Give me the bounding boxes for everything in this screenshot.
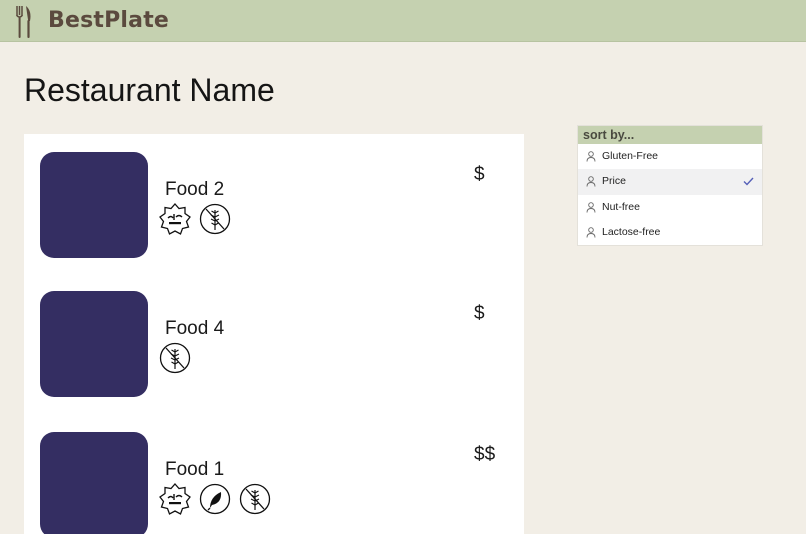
sort-option-label: Gluten-Free xyxy=(602,150,659,162)
sort-header[interactable]: sort by... xyxy=(578,126,762,144)
top-bar: BestPlate xyxy=(0,0,806,42)
menu-item[interactable]: Food 4 $ xyxy=(24,291,524,411)
checkmark-icon xyxy=(743,177,754,186)
halal-icon xyxy=(159,203,191,235)
sort-option-price[interactable]: Price xyxy=(578,169,762,195)
menu-list: Food 2 $ Food 4 $ Food 1 $$ xyxy=(24,134,524,534)
sort-option-label: Nut-free xyxy=(602,200,640,213)
page-title: Restaurant Name xyxy=(24,72,275,108)
person-icon xyxy=(586,201,596,213)
person-icon xyxy=(586,227,596,238)
food-image[interactable] xyxy=(40,152,148,258)
food-price: $ xyxy=(474,303,485,324)
menu-item[interactable]: Food 2 $ xyxy=(24,152,524,272)
gluten-free-icon xyxy=(159,342,191,374)
dietary-badges xyxy=(159,342,191,374)
menu-item[interactable]: Food 1 $$ xyxy=(24,432,524,534)
vegan-leaf-icon xyxy=(199,483,231,515)
sort-option-nut-free[interactable]: Nut-free xyxy=(578,195,762,220)
dietary-badges xyxy=(159,203,231,235)
sort-option-label: Lactose-free xyxy=(602,225,661,238)
sort-option-gluten-free[interactable]: Gluten-Free xyxy=(578,144,762,169)
person-icon xyxy=(586,151,596,162)
food-name: Food 4 xyxy=(165,318,225,339)
sort-option-lactose-free[interactable]: Lactose-free xyxy=(578,220,762,245)
brand-name[interactable]: BestPlate xyxy=(48,8,169,33)
food-image[interactable] xyxy=(40,291,148,397)
food-price: $$ xyxy=(474,444,496,465)
sort-option-label: Price xyxy=(602,175,626,188)
food-price: $ xyxy=(474,164,485,185)
gluten-free-icon xyxy=(199,203,231,235)
fork-knife-icon[interactable] xyxy=(15,5,33,39)
gluten-free-icon xyxy=(239,483,271,515)
food-image[interactable] xyxy=(40,432,148,534)
food-name: Food 2 xyxy=(165,179,225,200)
food-name: Food 1 xyxy=(165,459,225,480)
halal-icon xyxy=(159,483,191,515)
sort-dropdown[interactable]: sort by... Gluten-Free Price Nut-free La… xyxy=(577,125,763,247)
dietary-badges xyxy=(159,483,271,515)
person-icon xyxy=(586,176,596,187)
